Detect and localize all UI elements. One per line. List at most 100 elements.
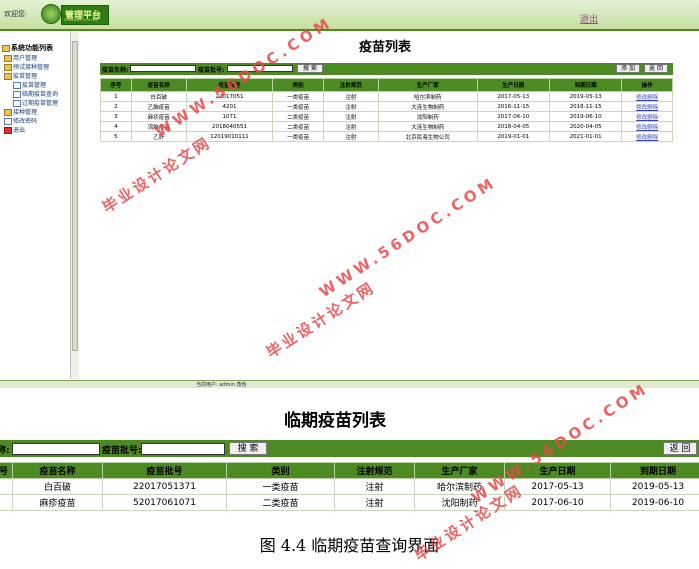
sidebar-item-inoculation[interactable]: 接种管理 [4,107,37,116]
column-header: 注射规范 [322,78,379,92]
logo-icon [41,4,61,24]
column-header: 到期日期 [610,462,699,479]
scrollbar-thumb[interactable] [72,41,78,351]
table-cell: 2019-01-01 [476,131,550,142]
operations-cell: 修改删除 [621,91,673,102]
folder-open-icon [2,44,10,52]
delete-link[interactable]: 删除 [647,125,658,131]
folder-icon [4,64,12,71]
sidebar-item-vaccine-folder[interactable]: 疫苗管理 [4,71,37,80]
sidebar-item-vaccine-management[interactable]: 疫苗管理 [13,80,46,89]
table-cell: 大连生物制药 [377,101,478,112]
delete-link[interactable]: 删除 [647,105,658,111]
table-cell: 一类疫苗 [226,478,335,495]
table-cell: 4 [100,121,132,132]
sidebar-item-exit[interactable]: 退出 [4,125,25,134]
logout-link[interactable]: 退出 [580,12,598,25]
vaccine-batch-label: 疫苗批号: [102,446,142,456]
document-icon [13,82,21,89]
welcome-text: 欢迎您· [4,10,28,18]
edit-link[interactable]: 修改 [636,125,647,131]
table-header: 序号 疫苗名称 疫苗批号 类别 注射规范 生产厂家 生产日期 到期日期 操作 [100,78,673,92]
sidebar-scrollbar[interactable] [70,31,79,379]
operations-cell: 修改删除 [621,101,673,112]
folder-icon [4,55,12,62]
column-header: 疫苗批号 [102,462,227,479]
logo-subtitle: SUPREME SYSTEM [64,18,99,22]
table-cell: 大连生物制药 [377,121,478,132]
delete-link[interactable]: 删除 [647,115,658,121]
column-header: 生产日期 [476,78,550,92]
column-header: 疫苗名称 [130,78,187,92]
expiring-list-title: 临期疫苗列表 [284,411,386,431]
expiring-search-bar: 名称: 疫苗批号: 搜 索 返 回 [0,440,699,457]
table-cell: 一类疫苗 [272,91,324,102]
vaccine-name-label: 名称: [0,446,10,456]
table-cell: 5 [100,131,132,142]
vaccine-batch-label: 疫苗批号: [198,67,225,74]
top-header: 欢迎您· 管理平台 SUPREME SYSTEM 退出 [0,0,699,31]
back-button[interactable]: 返 回 [663,442,697,455]
search-button[interactable]: 搜 索 [297,64,323,73]
table-cell: 2018-04-05 [476,121,550,132]
table-cell: 2019-06-10 [548,111,623,122]
table-cell: 北京民海生物公司 [377,131,478,142]
sidebar-item-expiring-query[interactable]: 临期疫苗查询 [13,89,58,98]
delete-link[interactable]: 删除 [647,135,658,141]
table-cell: 哈尔滨制药 [377,91,478,102]
table-cell: 3 [100,111,132,122]
table-cell: 2020-04-05 [548,121,623,132]
column-header: 类别 [272,78,324,92]
operations-cell: 修改删除 [621,111,673,122]
table-cell: 2018040551 [185,121,274,132]
vaccine-name-input[interactable] [130,65,196,72]
vaccine-batch-input[interactable] [141,443,225,455]
page-title: 疫苗列表 [359,40,412,55]
table-cell: 注射 [322,111,379,122]
table-cell: 注射 [334,478,415,495]
expiring-vaccine-table: 号疫苗名称 疫苗批号 类别 注射规范 生产厂家 生产日期 到期日期 白百破 220170513… [0,462,699,511]
document-icon [13,91,21,98]
edit-link[interactable]: 修改 [636,135,647,141]
table-cell: 2017-06-10 [476,111,550,122]
document-icon [13,100,21,107]
sidebar-item-vaccination-management[interactable]: 预试接种管理 [4,62,49,71]
figure-caption: 图 4.4 临期疫苗查询界面 [259,536,440,555]
table-row: 5 乙肝 12019010111 一类疫苗 注射 北京民海生物公司 2019-01-01 20… [100,131,673,142]
table-cell: 注射 [322,101,379,112]
table-cell: 2 [100,101,132,112]
back-button[interactable]: 返 回 [644,64,668,73]
folder-icon [4,73,12,80]
table-cell: 2019-05-13 [610,478,699,495]
search-bar: 疫苗名称: 疫苗批号: 搜 索 添 加 返 回 [100,63,673,75]
tree-root[interactable]: 系统功能列表 [2,43,53,53]
sidebar-item-user-management[interactable]: 用户管理 [4,53,37,62]
edit-link[interactable]: 修改 [636,95,647,101]
table-cell: 2018-11-15 [548,101,623,112]
table-cell: 注射 [322,91,379,102]
table-row: 1 白百破 22017051 一类疫苗 注射 哈尔滨制药 2017-05-13 2019-05… [100,91,673,102]
table-row: 白百破 22017051371 一类疫苗 注射 哈尔滨制药 2017-05-13 2019-… [0,478,699,495]
column-header: 类别 [226,462,335,479]
status-text: 当前用户: admin 角色 [196,382,247,388]
folder-icon [4,109,12,116]
column-header: 疫苗名称 [12,462,103,479]
sidebar-item-change-password[interactable]: 修改密码 [4,116,37,125]
edit-link[interactable]: 修改 [636,115,647,121]
table-cell: 二类疫苗 [272,121,324,132]
table-cell: 白百破 [12,478,103,495]
add-button[interactable]: 添 加 [616,64,640,73]
content-area: 疫苗列表 疫苗名称: 疫苗批号: 搜 索 添 加 返 回 序号 疫苗名称 疫苗批号类… [79,31,699,379]
table-cell: 二类疫苗 [272,111,324,122]
sidebar-item-expired-management[interactable]: 过期疫苗管理 [13,98,58,107]
column-header: 号 [0,462,13,479]
vaccine-name-input[interactable] [12,443,100,455]
delete-link[interactable]: 删除 [647,95,658,101]
table-row: 麻疹疫苗 52017061071 二类疫苗 注射 沈阳制药 2017-06-10 2019-… [0,494,699,511]
operations-cell: 修改删除 [621,131,673,142]
table-cell: 一类疫苗 [272,101,324,112]
table-cell: 二类疫苗 [226,494,335,511]
edit-link[interactable]: 修改 [636,105,647,111]
search-button[interactable]: 搜 索 [229,442,267,455]
column-header: 序号 [100,78,132,92]
